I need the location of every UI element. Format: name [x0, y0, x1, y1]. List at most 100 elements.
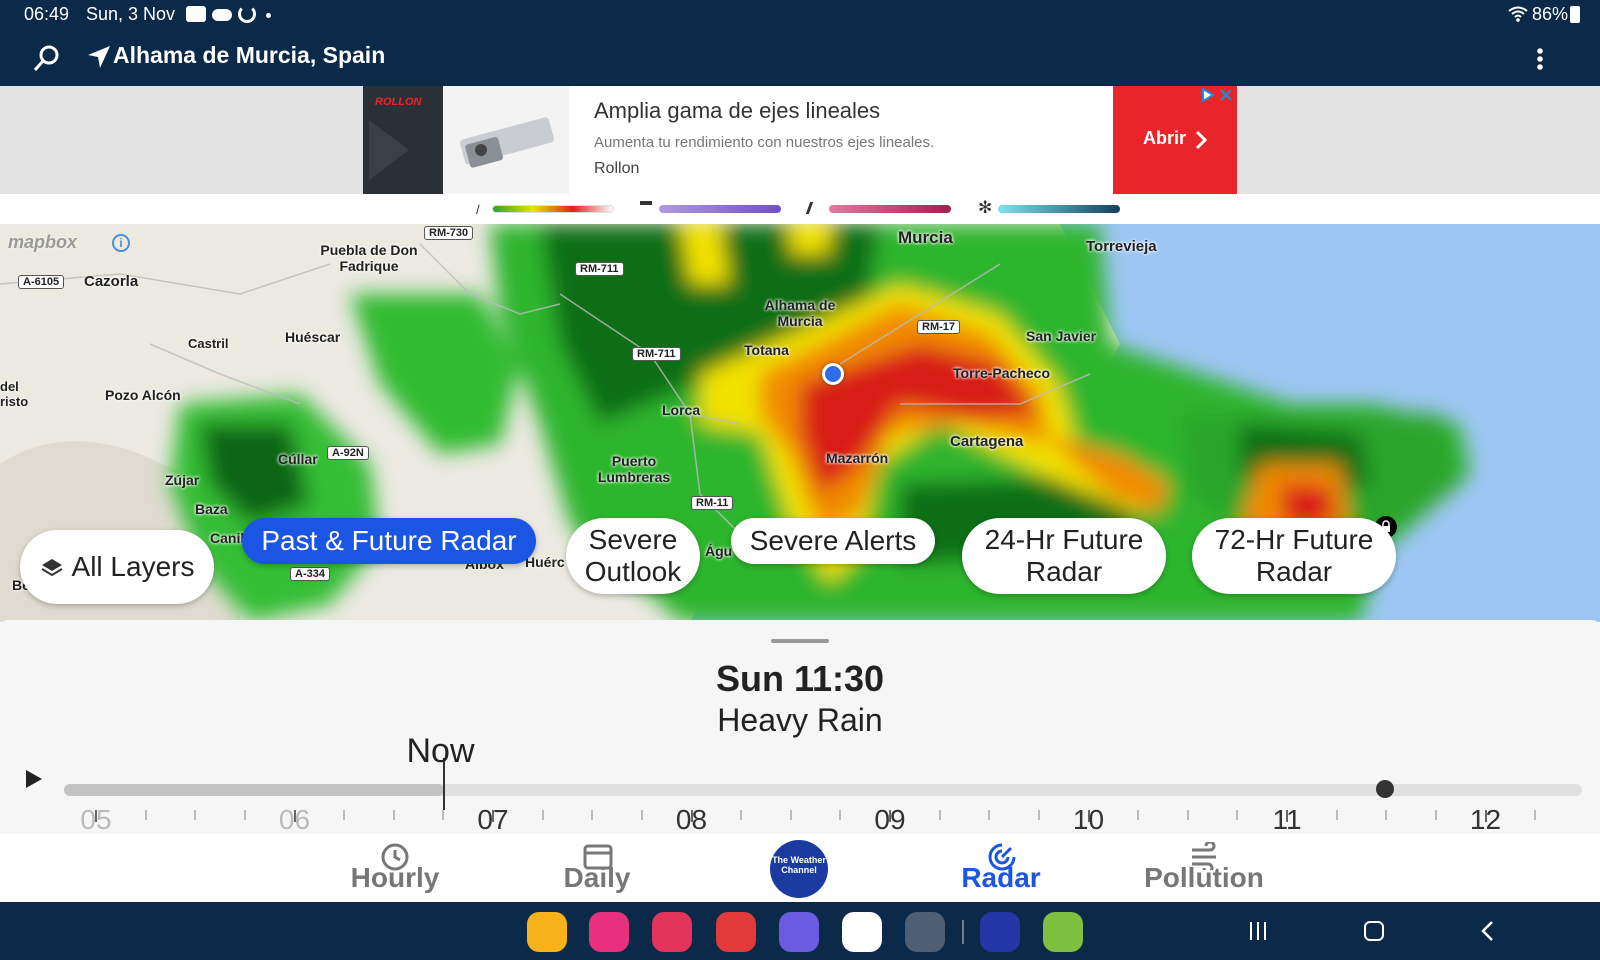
- place-label: Mazarrón: [826, 450, 889, 466]
- timeline-played: [64, 784, 444, 796]
- chip-severe-alerts[interactable]: Severe Alerts: [731, 518, 935, 564]
- drag-handle[interactable]: [771, 639, 829, 643]
- app-grid-icon[interactable]: [905, 912, 945, 952]
- m-app-icon[interactable]: [980, 912, 1020, 952]
- timeline-hour-label: 12: [1469, 804, 1502, 834]
- place-label: Murcia: [898, 228, 953, 247]
- place-label: Totana: [744, 342, 789, 358]
- camera-icon[interactable]: [652, 912, 692, 952]
- timeline-minor-tick: [194, 810, 197, 820]
- timeline-minor-tick: [1534, 810, 1537, 820]
- chat-icon[interactable]: [779, 912, 819, 952]
- ad-description: Aumenta tu rendimiento con nuestros ejes…: [594, 134, 935, 151]
- timeline-condition: Heavy Rain: [717, 702, 883, 738]
- ad-banner[interactable]: ROLLON Amplia gama de ejes lineales Aume…: [363, 86, 1237, 194]
- timeline-minor-tick: [1335, 810, 1338, 820]
- back-icon[interactable]: [1480, 920, 1496, 942]
- place-label: del risto: [0, 379, 29, 409]
- recents-icon[interactable]: [1248, 920, 1268, 942]
- timeline-minor-tick: [789, 810, 792, 820]
- timeline-minor-tick: [1385, 810, 1388, 820]
- timeline-minor-tick: [442, 810, 445, 820]
- cloud-icon: [212, 9, 232, 21]
- chip-24hr-future-radar[interactable]: 24-Hr Future Radar: [962, 518, 1166, 594]
- rain-icon: /: [476, 202, 480, 217]
- info-icon[interactable]: i: [112, 234, 130, 252]
- place-label: Alhama de Murcia: [764, 297, 836, 329]
- place-label: Cartagena: [950, 433, 1024, 450]
- radar-map[interactable]: mapbox i Murcia Torrevieja Puebla de Don…: [0, 224, 1600, 622]
- more-vert-icon[interactable]: [1535, 46, 1545, 72]
- road-shield: A-92N: [327, 446, 369, 460]
- app-header: Alhama de Murcia, Spain: [0, 30, 1600, 86]
- timeline-hour-label: 05: [80, 804, 112, 834]
- road-shield: RM-11: [691, 496, 734, 510]
- timeline-minor-tick: [1186, 810, 1189, 820]
- place-label: Cazorla: [84, 273, 139, 290]
- timeline-minor-tick: [938, 810, 941, 820]
- place-label: Lorca: [662, 402, 701, 418]
- ad-open-button[interactable]: Abrir: [1113, 86, 1237, 194]
- place-label: Puerto Lumbreras: [597, 453, 671, 485]
- timeline-minor-tick: [988, 810, 991, 820]
- dock-divider: [962, 920, 964, 944]
- play-icon[interactable]: [24, 768, 44, 790]
- timeline-track[interactable]: [64, 784, 1582, 796]
- battery-percent: 86%: [1532, 4, 1569, 24]
- ad-choices-icon[interactable]: [1201, 87, 1215, 103]
- place-label: San Javier: [1026, 328, 1097, 344]
- flower-icon[interactable]: [589, 912, 629, 952]
- timeline-thumb[interactable]: [1375, 780, 1394, 798]
- road-shield: RM-711: [632, 347, 681, 361]
- place-label: Canil: [210, 530, 245, 546]
- ad-advertiser: Rollon: [594, 160, 640, 177]
- timeline-minor-tick: [541, 810, 544, 820]
- mail-icon[interactable]: [716, 912, 756, 952]
- timeline-minor-tick: [640, 810, 643, 820]
- status-bar: 06:49 Sun, 3 Nov 86%: [0, 0, 1600, 30]
- youtube-icon: [186, 6, 206, 22]
- all-layers-label: All Layers: [71, 551, 195, 582]
- battery-icon: [1570, 6, 1580, 23]
- timeline-minor-tick: [740, 810, 743, 820]
- mapbox-logo: mapbox: [8, 232, 78, 252]
- precip-legend: / ✻: [0, 194, 1600, 224]
- ad-close-icon[interactable]: [1219, 88, 1233, 102]
- timeline-minor-tick: [1137, 810, 1140, 820]
- leaf-app-icon[interactable]: [1043, 912, 1083, 952]
- timeline-hour-label: 06: [278, 804, 311, 834]
- road-shield: RM-730: [424, 226, 474, 240]
- timeline-panel: Sun 11:30 Heavy Rain Now 05 06 07 08 09 10 11 1…: [0, 620, 1600, 834]
- status-time: 06:49: [24, 4, 70, 24]
- navigation-arrow-icon: [86, 44, 112, 70]
- place-label: Puebla de Don Fadrique: [320, 242, 418, 274]
- timeline-minor-tick: [1434, 810, 1437, 820]
- weather-channel-logo[interactable]: The Weather Channel: [770, 840, 828, 898]
- twc-logo-text: The Weather Channel: [772, 855, 826, 875]
- home-icon[interactable]: [1363, 920, 1385, 942]
- timeline-hour-label: 09: [874, 804, 906, 834]
- ad-title: Amplia gama de ejes lineales: [594, 98, 881, 123]
- layers-icon: [40, 555, 64, 579]
- place-label: Castril: [188, 336, 229, 351]
- sleet-scale: [829, 205, 951, 213]
- chevron-right-icon: [1193, 130, 1209, 150]
- chip-72hr-future-radar[interactable]: 72-Hr Future Radar: [1192, 518, 1396, 594]
- place-label: Huérc: [525, 554, 565, 570]
- bottom-nav: Hourly Daily The Weather Channel Radar P…: [0, 834, 1600, 902]
- files-icon[interactable]: [527, 912, 567, 952]
- location-title[interactable]: Alhama de Murcia, Spain: [113, 42, 385, 69]
- road-shield: A-6105: [18, 275, 65, 289]
- timeline-time: Sun 11:30: [715, 658, 885, 699]
- search-icon[interactable]: [32, 44, 62, 74]
- place-label: Zújar: [165, 472, 200, 488]
- snow-icon: ✻: [978, 198, 993, 217]
- chip-severe-outlook[interactable]: Severe Outlook: [566, 518, 700, 594]
- timeline-hour-label: 10: [1072, 804, 1105, 834]
- all-layers-button[interactable]: All Layers: [20, 530, 214, 604]
- current-location-marker[interactable]: [822, 363, 844, 385]
- timeline-minor-tick: [144, 810, 147, 820]
- chip-past-future-radar[interactable]: Past & Future Radar: [242, 518, 536, 564]
- mix-scale: [659, 205, 781, 213]
- weather-cloud-icon[interactable]: [842, 912, 882, 952]
